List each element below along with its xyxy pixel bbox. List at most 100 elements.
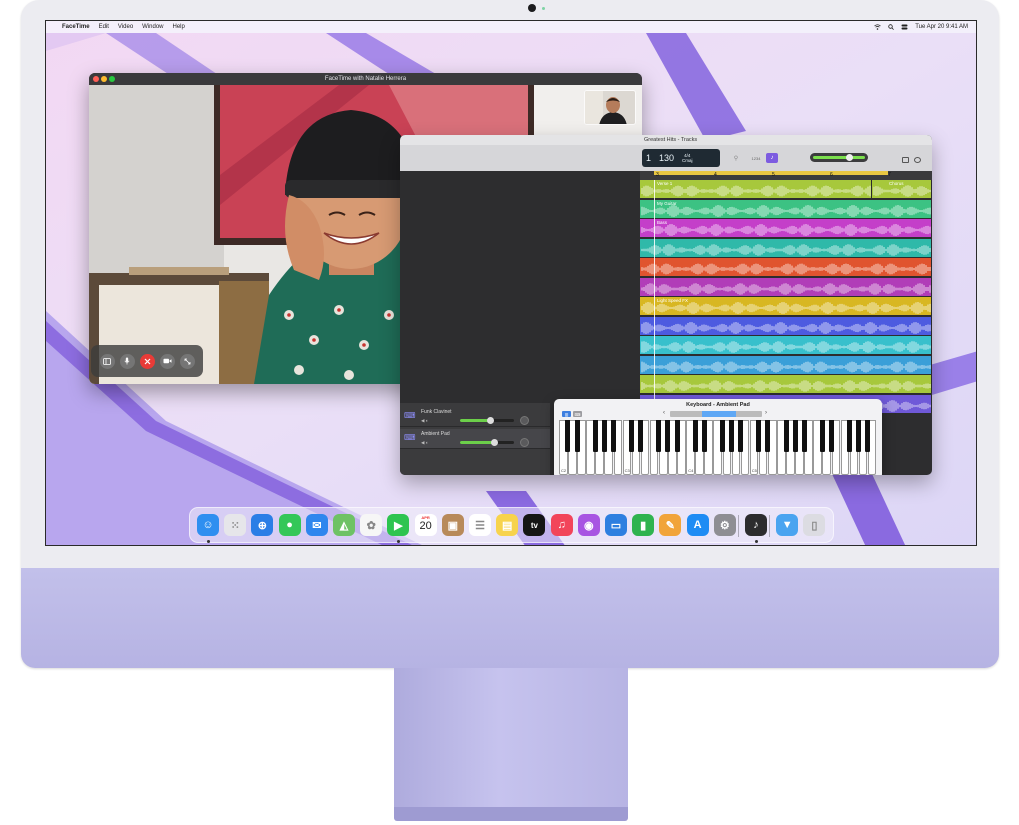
master-volume-slider[interactable]: [810, 153, 868, 162]
transport-lcd[interactable]: 1 130 4/4 Cmaj: [642, 149, 720, 167]
reminders-icon[interactable]: ☰: [469, 514, 491, 536]
track-row[interactable]: Light Speed FX: [640, 297, 932, 315]
timeline-ruler[interactable]: 3 4 5 6 7: [640, 171, 932, 180]
track-region[interactable]: [640, 316, 931, 335]
black-key[interactable]: [601, 420, 607, 452]
zoom-window-button[interactable]: [109, 76, 115, 82]
track-row[interactable]: [640, 277, 932, 296]
facetime-icon[interactable]: ▶: [387, 514, 410, 536]
tv-icon[interactable]: tv: [523, 514, 546, 536]
tuner-icon[interactable]: ⚲: [730, 153, 742, 163]
black-key[interactable]: [692, 420, 698, 452]
black-key[interactable]: [856, 420, 862, 452]
control-center-icon[interactable]: [901, 24, 908, 30]
calendar-icon[interactable]: APR 20: [414, 514, 437, 536]
pages-icon[interactable]: ✎: [659, 514, 682, 536]
search-icon[interactable]: [888, 24, 895, 30]
menu-edit[interactable]: Edit: [99, 24, 109, 30]
tracks-area[interactable]: Verse 1 Chorus My Guitar Bass Light Speed FX: [640, 180, 932, 430]
music-icon[interactable]: ♫: [550, 514, 573, 536]
trash-icon[interactable]: ▯: [803, 514, 826, 536]
keynote-icon[interactable]: ▭: [605, 514, 627, 536]
track-pan-knob[interactable]: [520, 438, 529, 447]
count-in-icon[interactable]: 1234: [750, 153, 762, 163]
garageband-titlebar[interactable]: Greatest Hits - Tracks: [400, 135, 932, 145]
mute-solo-icons[interactable]: ◀ ◐: [421, 418, 428, 424]
launchpad-icon[interactable]: ⁙: [224, 514, 247, 536]
track-row[interactable]: [640, 238, 932, 257]
system-preferences-icon[interactable]: ⚙: [713, 514, 736, 536]
black-key[interactable]: [592, 420, 598, 452]
black-key[interactable]: [738, 420, 744, 452]
black-key[interactable]: [638, 420, 644, 452]
cycle-region[interactable]: [654, 171, 888, 175]
photos-icon[interactable]: ✿: [360, 514, 383, 536]
playhead[interactable]: [654, 180, 655, 430]
menu-window[interactable]: Window: [142, 24, 163, 30]
black-key[interactable]: [656, 420, 662, 452]
black-key[interactable]: [629, 420, 635, 452]
menu-bar-clock[interactable]: Tue Apr 20 9:41 AM: [915, 24, 968, 30]
black-key[interactable]: [865, 420, 871, 452]
notes-icon[interactable]: ▤: [496, 514, 519, 536]
track-row[interactable]: [640, 336, 932, 354]
black-key[interactable]: [756, 420, 762, 452]
octave-up-icon[interactable]: ›: [765, 410, 767, 416]
self-view-pip[interactable]: [584, 90, 636, 125]
black-key[interactable]: [783, 420, 789, 452]
menu-help[interactable]: Help: [173, 24, 185, 30]
track-row[interactable]: [640, 316, 932, 335]
messages-icon[interactable]: ●: [278, 514, 301, 536]
menu-app-name[interactable]: FaceTime: [62, 24, 90, 30]
black-key[interactable]: [665, 420, 671, 452]
camera-icon[interactable]: [159, 353, 175, 369]
black-key[interactable]: [828, 420, 834, 452]
track-region[interactable]: My Guitar: [640, 199, 931, 218]
garageband-window[interactable]: Greatest Hits - Tracks 1 130 4/4 Cmaj ⚲ …: [400, 135, 932, 475]
piano-keys[interactable]: C2 C3 C4 C5: [559, 420, 877, 475]
black-key[interactable]: [610, 420, 616, 452]
track-pan-knob[interactable]: [520, 416, 529, 425]
black-key[interactable]: [801, 420, 807, 452]
mail-icon[interactable]: ✉: [305, 514, 328, 536]
track-volume-slider[interactable]: [460, 417, 514, 424]
keyboard-range-overview[interactable]: [670, 411, 762, 417]
track-row[interactable]: [640, 375, 932, 393]
track-region[interactable]: [640, 375, 931, 393]
safari-icon[interactable]: ⊕: [251, 514, 274, 536]
maps-icon[interactable]: ◭: [333, 514, 355, 536]
black-key[interactable]: [819, 420, 825, 452]
garageband-icon[interactable]: ♪: [745, 514, 767, 536]
close-window-button[interactable]: [93, 76, 99, 82]
metronome-icon[interactable]: ♪: [766, 153, 778, 163]
track-region[interactable]: [640, 336, 931, 354]
track-row[interactable]: My Guitar: [640, 199, 932, 218]
minimize-window-button[interactable]: [101, 76, 107, 82]
mute-solo-icons[interactable]: ◀ ◐: [421, 440, 428, 446]
menu-video[interactable]: Video: [118, 24, 133, 30]
wifi-icon[interactable]: [874, 24, 881, 30]
track-region[interactable]: [640, 238, 931, 257]
track-volume-slider[interactable]: [460, 439, 514, 446]
notepad-icon[interactable]: [902, 157, 909, 163]
black-key[interactable]: [847, 420, 853, 452]
track-region[interactable]: [640, 258, 931, 276]
downloads-folder-icon[interactable]: ▼: [776, 514, 799, 536]
finder-icon[interactable]: ☺: [197, 514, 219, 536]
contacts-icon[interactable]: ▣: [441, 514, 464, 536]
fullscreen-icon[interactable]: [179, 353, 195, 369]
numbers-icon[interactable]: ▮: [632, 514, 655, 536]
piano-mode-icon[interactable]: ▥: [562, 411, 571, 417]
app-store-icon[interactable]: A: [686, 514, 709, 536]
track-row[interactable]: [640, 355, 932, 374]
track-region[interactable]: Light Speed FX: [640, 297, 931, 315]
black-key[interactable]: [701, 420, 707, 452]
podcasts-icon[interactable]: ◉: [577, 514, 600, 536]
black-key[interactable]: [674, 420, 680, 452]
black-key[interactable]: [765, 420, 771, 452]
typing-mode-icon[interactable]: ⌨: [573, 411, 582, 417]
track-region[interactable]: Verse 1: [640, 180, 871, 198]
keyboard-window[interactable]: Keyboard - Ambient Pad ▥ ⌨ ‹ › C2 C3 C4 C5: [554, 399, 882, 475]
loop-browser-icon[interactable]: [914, 157, 921, 163]
black-key[interactable]: [719, 420, 725, 452]
